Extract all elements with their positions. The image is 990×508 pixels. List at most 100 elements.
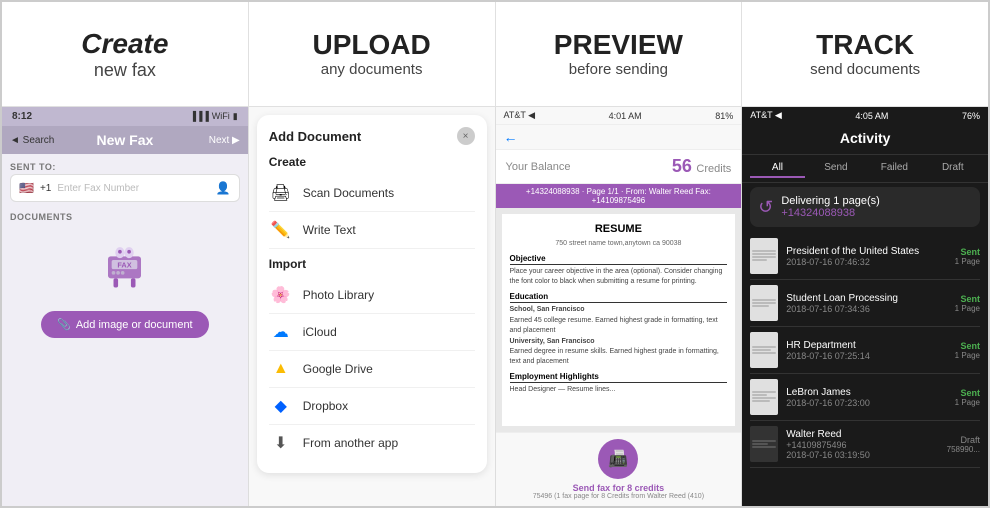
s4-pages-3: 1 Page <box>955 398 980 407</box>
s4-thumb-3 <box>750 379 778 415</box>
new-fax-text: new fax <box>81 60 168 81</box>
s4-battery: 76% <box>962 111 980 121</box>
upload-sub-text: any documents <box>321 61 423 78</box>
s4-activity-list: ↺ Delivering 1 page(s) +14324088938 <box>742 183 988 506</box>
s3-preview-area: RESUME 750 street name town,anytown ca 9… <box>496 208 742 432</box>
s4-draft-label-4: Draft <box>947 435 980 445</box>
s2-google-drive-item[interactable]: ▲ Google Drive <box>269 351 475 388</box>
s3-balance-label: Your Balance <box>506 161 571 173</box>
s3-time: 4:01 AM <box>609 111 642 121</box>
s4-item-4-date: 2018-07-16 03:19:50 <box>786 450 938 460</box>
s2-photos-icon: 🌸 <box>269 283 293 307</box>
s4-item-0-info: President of the United States 2018-07-1… <box>786 246 946 267</box>
s1-wifi-icon: WiFi <box>212 111 230 122</box>
s4-sent-label-1: Sent <box>955 294 980 304</box>
s4-item-3-name: LeBron James <box>786 387 946 398</box>
s2-scan-documents-item[interactable]: 🖨 Scan Documents <box>269 175 475 212</box>
s3-employment-text: Head Designer — Resume lines... <box>510 385 728 395</box>
s1-add-document-button[interactable]: 📎 Add image or document <box>41 311 209 338</box>
svg-text:FAX: FAX <box>118 260 132 269</box>
s2-modal-header: Add Document × <box>269 127 475 145</box>
preview-sub-text: before sending <box>569 61 668 78</box>
s3-resume-subtitle: 750 street name town,anytown ca 90038 <box>510 239 728 249</box>
s4-tab-draft[interactable]: Draft <box>926 159 980 178</box>
s1-add-icon: 📎 <box>57 318 71 331</box>
s4-item-2-name: HR Department <box>786 340 946 351</box>
s1-search-back[interactable]: ◄ Search <box>10 135 54 146</box>
s2-body: Add Document × Create 🖨 Scan Documents ✏… <box>249 107 495 506</box>
s3-fax-info-bar: +14324088938 · Page 1/1 · From: Walter R… <box>496 184 742 208</box>
table-row: Walter Reed +14109875496 2018-07-16 03:1… <box>750 421 980 468</box>
s3-resume-title: RESUME <box>510 222 728 237</box>
track-sub-text: send documents <box>810 61 920 78</box>
s4-item-2-info: HR Department 2018-07-16 07:25:14 <box>786 340 946 361</box>
s4-sent-label-0: Sent <box>955 247 980 257</box>
s3-balance-row: Your Balance 56 Credits <box>496 150 742 184</box>
s3-carrier: AT&T ◀ <box>504 110 536 121</box>
s4-item-1-status: Sent 1 Page <box>955 294 980 313</box>
s2-dropbox-item[interactable]: ◆ Dropbox <box>269 388 475 425</box>
s4-tab-send[interactable]: Send <box>809 159 863 178</box>
s2-icloud-icon: ☁ <box>269 320 293 344</box>
screen-preview: AT&T ◀ 4:01 AM 81% ← Your Balance 56 Cre… <box>496 107 743 506</box>
s1-country-code: +1 <box>40 183 51 194</box>
s2-icloud-item[interactable]: ☁ iCloud <box>269 314 475 351</box>
s1-status-bar: 8:12 ▐▐▐ WiFi ▮ <box>2 107 248 126</box>
s2-icloud-label: iCloud <box>303 325 337 339</box>
fax-mascot-svg: FAX <box>97 238 152 293</box>
s3-edu2-desc: Earned degree in resume skills. Earned h… <box>510 347 728 367</box>
panel-label-track: TRACK send documents <box>742 2 988 106</box>
s3-footer-info: 75496 (1 fax page for 8 Credits from Wal… <box>533 493 704 500</box>
screen-upload: Add Document × Create 🖨 Scan Documents ✏… <box>249 107 496 506</box>
s3-edu1-desc: Earned 45 college resume. Earned highest… <box>510 316 728 336</box>
s1-signal-icon: ▐▐▐ <box>190 111 209 122</box>
s1-time: 8:12 <box>12 111 32 122</box>
create-bold-text: Create <box>81 28 168 59</box>
s3-battery: 81% <box>715 111 733 121</box>
s4-delivering-number: +14324088938 <box>781 207 879 219</box>
s4-status-bar: AT&T ◀ 4:05 AM 76% <box>742 107 988 124</box>
s4-item-0-name: President of the United States <box>786 246 946 257</box>
top-labels-row: Create new fax UPLOAD any documents PREV… <box>2 2 988 107</box>
s2-modal-title: Add Document <box>269 129 361 144</box>
s2-divider <box>269 249 475 257</box>
s4-carrier: AT&T ◀ <box>750 110 782 121</box>
s2-close-button[interactable]: × <box>457 127 475 145</box>
s4-item-4-info: Walter Reed +14109875496 2018-07-16 03:1… <box>786 429 938 460</box>
s4-pages-4: 758990... <box>947 445 980 454</box>
screen-new-fax: 8:12 ▐▐▐ WiFi ▮ ◄ Search New Fax Next ▶ … <box>2 107 249 506</box>
s1-sent-to-label: SENT TO: <box>10 162 240 172</box>
s1-status-icons: ▐▐▐ WiFi ▮ <box>190 111 238 122</box>
s4-delivering-text: Delivering 1 page(s) <box>781 195 879 207</box>
s1-nav-bar: ◄ Search New Fax Next ▶ <box>2 126 248 154</box>
s4-tab-failed[interactable]: Failed <box>867 159 921 178</box>
s3-send-fax-button[interactable]: 📠 <box>598 439 638 479</box>
s2-photo-library-item[interactable]: 🌸 Photo Library <box>269 277 475 314</box>
s1-fax-number-input[interactable]: Enter Fax Number <box>57 183 209 194</box>
s2-another-app-item[interactable]: ⬇ From another app <box>269 425 475 461</box>
s4-tab-all[interactable]: All <box>750 159 804 178</box>
s3-credits-label: Credits <box>696 163 731 175</box>
s4-tabs-row: All Send Failed Draft <box>742 155 988 183</box>
table-row: LeBron James 2018-07-16 07:23:00 Sent 1 … <box>750 374 980 421</box>
s2-scan-label: Scan Documents <box>303 186 394 200</box>
s4-item-4-number: +14109875496 <box>786 440 938 450</box>
s3-send-label: Send fax for 8 credits <box>573 483 665 493</box>
s4-thumb-4 <box>750 426 778 462</box>
s2-gdrive-label: Google Drive <box>303 362 373 376</box>
s1-fax-input-row[interactable]: 🇺🇸 +1 Enter Fax Number 👤 <box>10 174 240 202</box>
s4-thumb-2 <box>750 332 778 368</box>
s3-edu1: School, San Francisco <box>510 305 728 315</box>
s4-thumb-0 <box>750 238 778 274</box>
s4-delivering-info: Delivering 1 page(s) +14324088938 <box>781 195 879 219</box>
s1-next-button[interactable]: Next ▶ <box>209 135 240 146</box>
s3-back-icon[interactable]: ← <box>504 129 518 145</box>
s1-contacts-icon[interactable]: 👤 <box>216 181 231 195</box>
panel-label-preview: PREVIEW before sending <box>496 2 743 106</box>
s3-send-icon: 📠 <box>608 449 628 469</box>
s2-other-app-label: From another app <box>303 436 398 450</box>
panel-label-create: Create new fax <box>2 2 249 106</box>
s3-objective-head: Objective <box>510 253 728 265</box>
s4-item-3-status: Sent 1 Page <box>955 388 980 407</box>
s2-write-text-item[interactable]: ✏️ Write Text <box>269 212 475 249</box>
